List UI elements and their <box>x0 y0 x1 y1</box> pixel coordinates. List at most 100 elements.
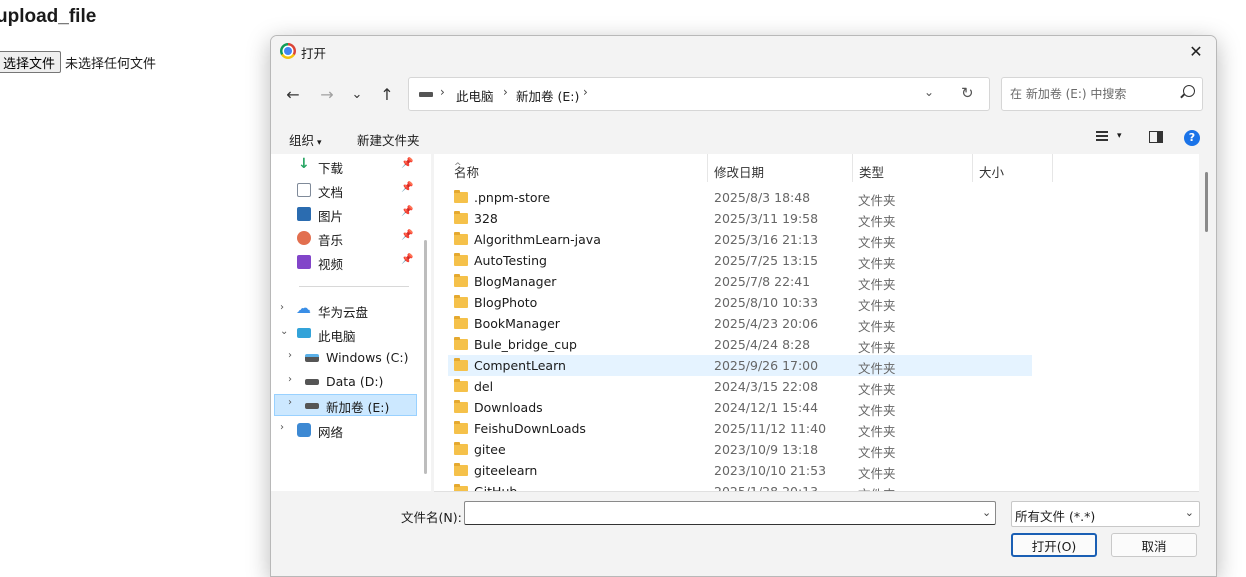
nav-item-this-pc[interactable]: ⌄ 此电脑 <box>271 323 417 345</box>
dialog-title: 打开 <box>301 46 327 61</box>
breadcrumb-drive-e[interactable]: 新加卷 (E:) <box>516 86 579 105</box>
document-icon <box>297 183 311 197</box>
nav-item-windows-c[interactable]: › Windows (C:) <box>279 347 425 369</box>
column-header-name[interactable]: 名称 ^ <box>448 154 708 182</box>
dialog-titlebar[interactable]: 打开 ✕ <box>271 36 1216 66</box>
file-name: FeishuDownLoads <box>474 421 586 436</box>
pin-icon[interactable]: 📌 <box>401 182 413 193</box>
pin-icon[interactable]: 📌 <box>401 254 413 265</box>
view-list-icon[interactable] <box>1096 131 1108 141</box>
folder-icon <box>454 274 468 287</box>
file-row[interactable]: BookManager 2025/4/23 20:06 文件夹 <box>448 313 1032 334</box>
expand-chevron-icon[interactable]: › <box>280 302 284 313</box>
nav-item-label: 华为云盘 <box>318 305 369 320</box>
breadcrumb-separator[interactable]: › <box>440 85 445 99</box>
close-button[interactable]: ✕ <box>1176 36 1216 66</box>
file-row[interactable]: AlgorithmLearn-java 2025/3/16 21:13 文件夹 <box>448 229 1032 250</box>
expand-chevron-icon[interactable]: › <box>288 374 292 385</box>
drive-icon <box>419 92 433 97</box>
folder-icon <box>454 421 468 434</box>
search-box[interactable] <box>1001 77 1203 111</box>
file-row[interactable]: Bule_bridge_cup 2025/4/24 8:28 文件夹 <box>448 334 1032 355</box>
help-icon[interactable]: ? <box>1184 130 1200 146</box>
file-row[interactable]: del 2024/3/15 22:08 文件夹 <box>448 376 1032 397</box>
file-row[interactable]: AutoTesting 2025/7/25 13:15 文件夹 <box>448 250 1032 271</box>
back-arrow-icon[interactable]: ← <box>280 81 306 107</box>
file-name: BlogPhoto <box>474 295 538 310</box>
file-name: Bule_bridge_cup <box>474 337 577 352</box>
pin-icon[interactable]: 📌 <box>401 230 413 241</box>
file-list-scrollbar[interactable] <box>1205 172 1208 232</box>
expand-chevron-icon[interactable]: › <box>280 422 284 433</box>
dialog-footer: 文件名(N): ⌄ 所有文件 (*.*) ⌄ 打开(O) 取消 <box>271 492 1216 576</box>
breadcrumb-this-pc[interactable]: 此电脑 <box>456 86 494 105</box>
nav-item-data-d[interactable]: › Data (D:) <box>279 371 425 393</box>
music-icon <box>297 231 311 245</box>
nav-item-music[interactable]: 音乐 📌 <box>271 227 417 249</box>
breadcrumb-separator[interactable]: › <box>503 85 508 99</box>
nav-item-documents[interactable]: 文档 📌 <box>271 179 417 201</box>
new-folder-button[interactable]: 新建文件夹 <box>357 130 420 149</box>
file-row[interactable]: 328 2025/3/11 19:58 文件夹 <box>448 208 1032 229</box>
file-type: 文件夹 <box>858 298 896 313</box>
nav-item-label: 文档 <box>318 185 344 200</box>
view-caret-icon[interactable]: ▾ <box>1117 131 1122 141</box>
nav-item-videos[interactable]: 视频 📌 <box>271 251 417 273</box>
recent-locations-chevron-icon[interactable]: ⌄ <box>344 81 370 107</box>
file-row[interactable]: .pnpm-store 2025/8/3 18:48 文件夹 <box>448 187 1032 208</box>
command-bar: 组织 ▾ 新建文件夹 ▾ ? <box>271 122 1216 154</box>
collapse-chevron-icon[interactable]: ⌄ <box>280 326 288 337</box>
pin-icon[interactable]: 📌 <box>401 158 413 169</box>
file-row[interactable]: CompentLearn 2025/9/26 17:00 文件夹 <box>448 355 1032 376</box>
cancel-button[interactable]: 取消 <box>1111 533 1197 557</box>
nav-item-network[interactable]: › 网络 <box>271 419 417 441</box>
file-row[interactable]: gitee 2023/10/9 13:18 文件夹 <box>448 439 1032 460</box>
folder-icon <box>454 463 468 476</box>
choose-file-button[interactable]: 选择文件 <box>0 51 62 73</box>
folder-icon <box>454 442 468 455</box>
nav-pane-scrollbar[interactable] <box>424 240 427 474</box>
file-name: 328 <box>474 211 498 226</box>
preview-pane-icon[interactable] <box>1149 131 1163 143</box>
nav-item-new-volume-e[interactable]: › 新加卷 (E:) <box>274 394 417 416</box>
file-row[interactable]: FeishuDownLoads 2025/11/12 11:40 文件夹 <box>448 418 1032 439</box>
search-input[interactable] <box>1008 84 1172 104</box>
file-input[interactable]: 选择文件 未选择任何文件 <box>0 51 156 73</box>
address-bar[interactable]: › 此电脑 › 新加卷 (E:) › ⌄ ↻ <box>408 77 990 111</box>
file-row[interactable]: BlogManager 2025/7/8 22:41 文件夹 <box>448 271 1032 292</box>
organize-menu[interactable]: 组织 ▾ <box>289 130 322 149</box>
expand-chevron-icon[interactable]: › <box>288 350 292 361</box>
file-list: 名称 ^ 修改日期 类型 大小 .pnpm-store 2025/8/3 18:4… <box>434 154 1199 491</box>
file-row[interactable]: BlogPhoto 2025/8/10 10:33 文件夹 <box>448 292 1032 313</box>
file-row[interactable]: giteelearn 2023/10/10 21:53 文件夹 <box>448 460 1032 481</box>
nav-item-downloads[interactable]: 下载 📌 <box>271 155 417 177</box>
up-arrow-icon[interactable]: ↑ <box>374 81 400 107</box>
breadcrumb-separator[interactable]: › <box>583 85 588 99</box>
column-header-size[interactable]: 大小 <box>973 154 1053 182</box>
file-type: 文件夹 <box>858 466 896 481</box>
file-name: BookManager <box>474 316 560 331</box>
refresh-icon[interactable]: ↻ <box>961 84 974 102</box>
pin-icon[interactable]: 📌 <box>401 206 413 217</box>
search-icon[interactable] <box>1183 85 1195 97</box>
filename-dropdown-icon[interactable]: ⌄ <box>982 506 991 519</box>
column-header-modified[interactable]: 修改日期 <box>708 154 853 182</box>
forward-arrow-icon[interactable]: → <box>314 81 340 107</box>
expand-chevron-icon[interactable]: › <box>288 397 292 408</box>
file-name: AutoTesting <box>474 253 547 268</box>
chrome-icon <box>280 43 296 59</box>
file-type: 文件夹 <box>858 193 896 208</box>
file-row[interactable]: Downloads 2024/12/1 15:44 文件夹 <box>448 397 1032 418</box>
address-history-chevron-icon[interactable]: ⌄ <box>924 85 934 99</box>
open-button[interactable]: 打开(O) <box>1011 533 1097 557</box>
nav-item-label: 此电脑 <box>318 329 356 344</box>
column-header-type[interactable]: 类型 <box>853 154 973 182</box>
nav-item-huawei-cloud[interactable]: › 华为云盘 <box>271 299 417 321</box>
file-row[interactable]: GitHub 2025/1/28 20:13 文件夹 <box>448 481 1032 491</box>
filename-input[interactable] <box>464 501 996 525</box>
no-file-text: 未选择任何文件 <box>65 56 157 72</box>
divider <box>299 286 409 287</box>
nav-item-pictures[interactable]: 图片 📌 <box>271 203 417 225</box>
file-name: BlogManager <box>474 274 557 289</box>
file-type-select[interactable]: 所有文件 (*.*) ⌄ <box>1011 501 1200 527</box>
